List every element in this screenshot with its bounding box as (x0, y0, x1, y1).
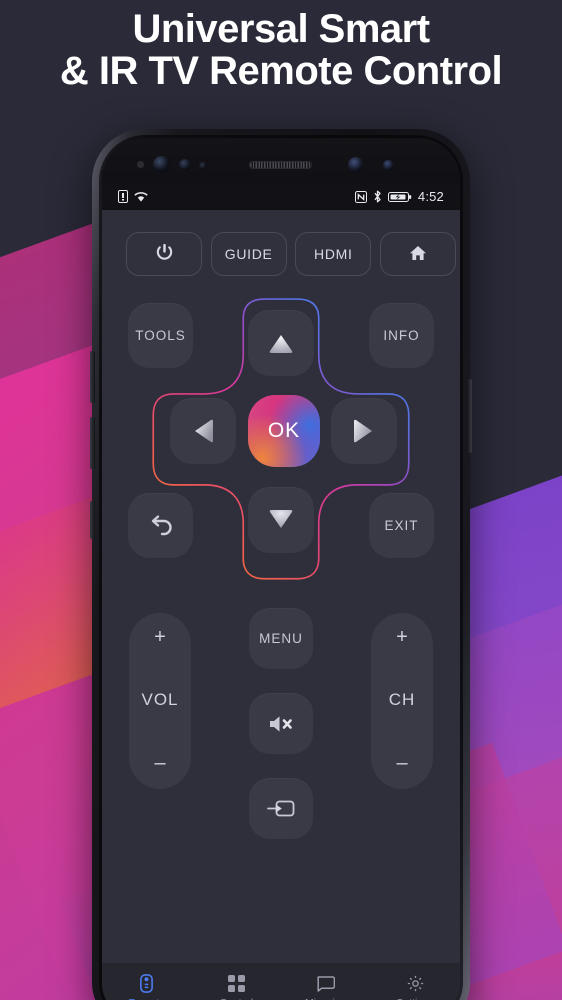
phone-side-button[interactable] (90, 417, 95, 469)
power-button[interactable] (126, 232, 202, 276)
nav-item-mirroring-label: Mirroring (305, 997, 346, 1000)
front-camera-icon (348, 157, 364, 173)
input-source-icon (267, 800, 295, 817)
page-title: Universal Smart & IR TV Remote Control (0, 8, 562, 93)
ok-button-label: OK (267, 419, 301, 442)
status-bar: 4:52 (102, 183, 460, 210)
ok-button[interactable]: OK (248, 395, 320, 467)
iris-scanner-icon (153, 156, 170, 173)
nav-item-settings-label: Settings (396, 997, 434, 1000)
channel-up-button[interactable]: + (396, 627, 408, 647)
back-button[interactable] (128, 493, 193, 558)
exit-button-label: EXIT (384, 518, 419, 533)
led-indicator-icon (199, 162, 207, 170)
arrow-right-icon (354, 419, 372, 443)
gear-icon (407, 975, 424, 993)
title-line-1: Universal Smart (132, 7, 430, 51)
arrow-left-icon (195, 419, 213, 443)
dpad-right-button[interactable] (331, 398, 397, 464)
remote-icon (140, 974, 154, 993)
channel-label: CH (388, 690, 416, 709)
channel-rocker[interactable]: + CH – (371, 613, 433, 789)
mute-button[interactable] (249, 693, 313, 754)
nfc-icon (354, 190, 367, 203)
battery-charging-icon (387, 191, 412, 203)
nav-item-mirroring[interactable]: Mirroring (281, 975, 371, 1000)
back-arrow-icon (151, 514, 172, 535)
arrow-up-icon (269, 335, 293, 353)
screen-icon (316, 975, 336, 993)
guide-button-label: GUIDE (224, 246, 273, 262)
bottom-navigation: Remote Control Mirroring (102, 963, 460, 1000)
nav-item-settings[interactable]: Settings (371, 975, 461, 1000)
arrow-down-icon (269, 510, 293, 528)
remote-surface: GUIDE HDMI TOOLS INFO OK EXIT + VOL – + … (102, 210, 460, 963)
info-button-label: INFO (383, 328, 420, 343)
light-sensor-icon (179, 159, 191, 171)
nav-item-control-label: Control (219, 997, 253, 1000)
secondary-sensor-icon (383, 160, 394, 171)
dpad-down-button[interactable] (248, 487, 314, 553)
menu-button-label: MENU (259, 631, 303, 646)
nav-item-remote-label: Remote (128, 997, 165, 1000)
phone-screen: 4:52 GUIDE HDMI TOOLS INFO OK EXIT + VOL… (102, 183, 460, 1000)
dpad-left-button[interactable] (170, 398, 236, 464)
top-button-row: GUIDE HDMI (126, 232, 456, 276)
phone-mockup: 4:52 GUIDE HDMI TOOLS INFO OK EXIT + VOL… (90, 129, 472, 1000)
nav-item-remote[interactable]: Remote (102, 974, 192, 1000)
tools-button[interactable]: TOOLS (128, 303, 193, 368)
tools-button-label: TOOLS (135, 328, 186, 343)
sim-card-icon (118, 190, 128, 203)
phone-screen-glass: 4:52 GUIDE HDMI TOOLS INFO OK EXIT + VOL… (102, 138, 460, 1000)
bluetooth-icon (373, 190, 382, 203)
nav-item-control[interactable]: Control (192, 975, 282, 1000)
hdmi-button[interactable]: HDMI (295, 232, 372, 276)
hdmi-button-label: HDMI (314, 246, 353, 262)
mute-icon (270, 715, 292, 732)
home-icon (408, 244, 428, 265)
title-line-2: & IR TV Remote Control (59, 49, 503, 94)
volume-down-button[interactable]: – (154, 753, 165, 773)
phone-side-button[interactable] (90, 351, 95, 403)
status-bar-time: 4:52 (417, 189, 444, 204)
volume-label: VOL (141, 690, 179, 709)
volume-rocker[interactable]: + VOL – (129, 613, 191, 789)
channel-down-button[interactable]: – (396, 753, 407, 773)
dpad-up-button[interactable] (248, 310, 314, 376)
home-button[interactable] (379, 232, 456, 276)
power-icon (155, 243, 174, 265)
guide-button[interactable]: GUIDE (210, 232, 287, 276)
wifi-icon (134, 191, 148, 203)
exit-button[interactable]: EXIT (369, 493, 434, 558)
grid-icon (227, 975, 245, 993)
menu-button[interactable]: MENU (249, 608, 313, 669)
input-source-button[interactable] (249, 778, 313, 839)
phone-side-button[interactable] (90, 501, 95, 539)
earpiece-speaker-icon (249, 161, 312, 169)
volume-up-button[interactable]: + (154, 627, 166, 647)
info-button[interactable]: INFO (369, 303, 434, 368)
proximity-sensor-icon (137, 161, 144, 168)
phone-power-button[interactable] (467, 379, 472, 453)
